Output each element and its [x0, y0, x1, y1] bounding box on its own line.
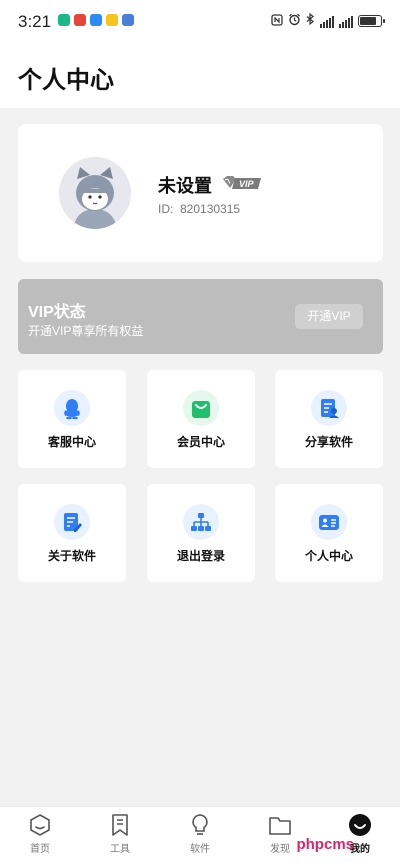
nav-label: 首页	[30, 844, 50, 855]
tile-label: 关于软件	[47, 549, 96, 563]
shopping-bag-icon	[183, 390, 219, 426]
avatar[interactable]	[59, 157, 131, 229]
news-app-icon	[106, 14, 118, 26]
page-header: 个人中心	[0, 44, 400, 108]
tile-personal-center[interactable]: 个人中心	[275, 484, 383, 582]
tile-label: 会员中心	[176, 435, 225, 449]
main-content: 未设置 VIP ID: 820130315 VIP状态 开通VIP尊享所有权益 …	[0, 108, 400, 806]
system-icons	[271, 12, 385, 29]
document-edit-icon	[54, 504, 90, 540]
bookmark-icon	[112, 814, 128, 836]
user-id-label: ID:	[158, 202, 174, 216]
qq-penguin-icon	[54, 390, 90, 426]
battery-icon	[358, 15, 385, 27]
alarm-icon	[288, 13, 301, 29]
notification-icons	[58, 14, 134, 26]
bluetooth-icon	[306, 12, 315, 29]
cloud-app-icon	[90, 14, 102, 26]
folder-icon	[269, 817, 291, 835]
vip-status-subtitle: 开通VIP尊享所有权益	[28, 324, 144, 338]
username: 未设置	[158, 176, 212, 196]
vip-status-title: VIP状态	[28, 304, 86, 321]
share-document-icon	[311, 390, 347, 426]
vip-status-card: VIP状态 开通VIP尊享所有权益 开通VIP	[18, 279, 383, 354]
nav-label: 工具	[110, 844, 130, 855]
home-hexagon-icon	[30, 814, 50, 836]
vip-badge-icon: VIP	[223, 176, 261, 189]
archive-app-icon	[122, 14, 134, 26]
lightbulb-icon	[192, 814, 208, 835]
nav-item-software[interactable]: 软件	[170, 813, 230, 855]
watermark-text: phpcms	[296, 836, 354, 853]
nfc-icon	[271, 13, 283, 29]
signal-icon	[320, 15, 334, 28]
tile-label: 个人中心	[304, 549, 353, 563]
page-title: 个人中心	[18, 67, 114, 94]
open-vip-button[interactable]: 开通VIP	[295, 304, 363, 329]
tile-label: 退出登录	[176, 549, 225, 563]
profile-card[interactable]: 未设置 VIP ID: 820130315	[18, 124, 383, 262]
signal-icon	[339, 15, 353, 28]
bottom-nav: 首页 工具 软件 发现 我的 phpcms	[0, 806, 400, 863]
nav-label: 软件	[190, 844, 210, 855]
profile-smile-icon	[349, 814, 371, 836]
vip-badge-text: VIP	[239, 179, 255, 189]
cat-avatar-icon	[59, 157, 131, 229]
status-bar: 3:21	[0, 0, 400, 44]
tile-about-software[interactable]: 关于软件	[18, 484, 126, 582]
id-card-icon	[311, 504, 347, 540]
status-time: 3:21	[18, 12, 52, 31]
download-app-icon	[58, 14, 70, 26]
tile-label: 客服中心	[47, 435, 96, 449]
network-tree-icon	[183, 504, 219, 540]
nav-item-home[interactable]: 首页	[10, 813, 70, 855]
tile-label: 分享软件	[304, 435, 353, 449]
tile-share-software[interactable]: 分享软件	[275, 370, 383, 468]
tile-member-center[interactable]: 会员中心	[147, 370, 255, 468]
mail-app-icon	[74, 14, 86, 26]
nav-item-tools[interactable]: 工具	[90, 813, 150, 855]
tile-logout[interactable]: 退出登录	[147, 484, 255, 582]
user-id-value: 820130315	[180, 202, 241, 216]
tile-customer-service[interactable]: 客服中心	[18, 370, 126, 468]
